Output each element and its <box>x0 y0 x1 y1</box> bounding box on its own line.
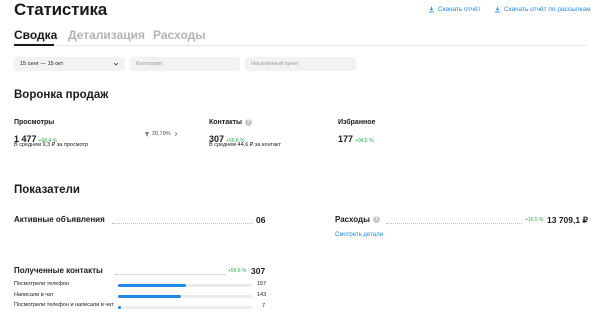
help-icon[interactable]: ? <box>245 119 253 126</box>
indicators-title: Показатели <box>14 184 80 196</box>
contact-row-bar-fill <box>118 295 181 298</box>
contact-row-label: Посмотрели телефон <box>14 281 69 287</box>
download-report-link[interactable]: Скачать отчёт <box>428 6 481 13</box>
favorites-label-text: Избранное <box>338 119 376 126</box>
download-report-label: Скачать отчёт <box>438 6 481 13</box>
received-contacts-delta: +56,6 % <box>228 268 247 274</box>
expenses-dots <box>386 223 522 224</box>
page-title: Статистика <box>14 0 108 19</box>
chevron-right-icon <box>174 131 178 137</box>
received-contacts-dots <box>115 274 225 275</box>
conversion-badge[interactable]: 20,79% <box>144 131 179 137</box>
expenses-delta: +16,5 % <box>525 217 544 223</box>
active-ads-label: Активные объявления <box>14 215 105 224</box>
received-contacts-total: 307 <box>251 266 266 276</box>
download-mailing-report-label: Скачать отчёт по рассылкам <box>504 6 591 13</box>
help-icon[interactable]: ? <box>372 216 380 223</box>
expenses-value: 13 709,1 ₽ <box>547 215 588 225</box>
active-tab-indicator <box>14 44 54 46</box>
contact-row-label: Написали в чат <box>14 292 54 298</box>
views-label: Просмотры <box>14 119 54 126</box>
received-contacts-label: Полученные контакты <box>14 266 103 275</box>
contact-row-bar <box>118 284 252 287</box>
date-range-select[interactable]: 15 сент — 15 окт <box>14 57 125 71</box>
contact-row-bar-fill <box>118 306 122 309</box>
active-ads-value: 06 <box>256 215 266 225</box>
download-mailing-report-link[interactable]: Скачать отчёт по рассылкам <box>494 6 591 13</box>
favorites-value-row: 177 +94,5 % <box>338 129 374 147</box>
city-input[interactable]: Населённый пункт <box>245 57 356 71</box>
contacts-label: Контакты ? <box>209 119 253 126</box>
active-ads-dots <box>112 223 252 224</box>
expenses-label-text: Расходы <box>335 215 370 224</box>
download-icon <box>429 6 434 13</box>
funnel-icon <box>144 132 150 137</box>
date-range-value: 15 сент — 15 окт <box>20 61 64 67</box>
views-label-text: Просмотры <box>14 119 55 126</box>
favorites-value: 177 <box>338 134 354 144</box>
favorites-delta: +94,5 % <box>355 138 374 144</box>
conversion-value: 20,79% <box>152 131 171 137</box>
contact-row-value: 143 <box>257 292 267 298</box>
category-input[interactable]: Категория <box>130 57 240 71</box>
favorites-label: Избранное <box>338 119 375 126</box>
contact-row-bar <box>118 295 252 298</box>
tab-details[interactable]: Детализация <box>68 28 145 42</box>
contacts-label-text: Контакты <box>209 119 243 126</box>
contact-row-bar <box>118 306 252 309</box>
tab-expenses[interactable]: Расходы <box>153 28 205 42</box>
expenses-details-link[interactable]: Смотреть детали <box>335 232 383 238</box>
tab-summary[interactable]: Сводка <box>14 28 57 42</box>
views-sub: В среднем 9,3 ₽ за просмотр <box>14 142 89 148</box>
download-icon <box>495 6 500 13</box>
contact-row-value: 7 <box>262 303 266 309</box>
tabs-divider <box>14 45 586 46</box>
chevron-down-icon <box>113 62 119 66</box>
contacts-sub: В среднем 44,6 ₽ за контакт <box>209 142 281 148</box>
contact-row-bar-fill <box>118 284 187 287</box>
contact-row-label: Посмотрели телефон и написали в чат <box>14 302 114 308</box>
expenses-label: Расходы ? <box>335 215 380 224</box>
contact-row-value: 157 <box>257 281 267 287</box>
funnel-title: Воронка продаж <box>14 89 109 101</box>
